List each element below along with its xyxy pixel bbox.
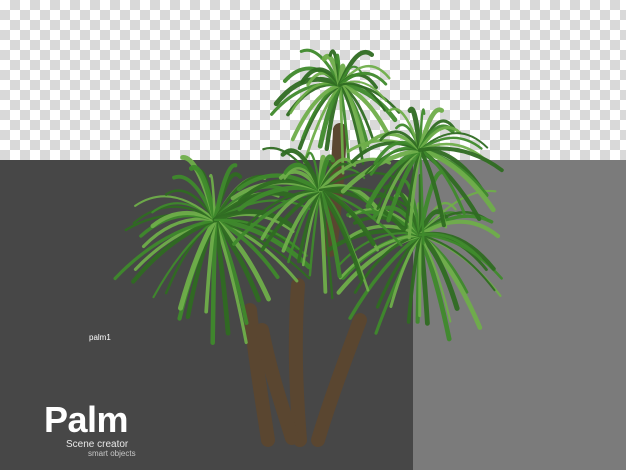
model-label: palm1 [89,333,111,342]
trunk-center [288,278,307,447]
brand-block: Palm Scene creator smart objects [44,399,136,458]
brand-tagline: smart objects [88,449,136,458]
trunk-right [311,313,367,447]
palm-crowns [113,48,504,345]
brand-title: Palm [44,399,129,440]
crown-left [113,155,312,345]
